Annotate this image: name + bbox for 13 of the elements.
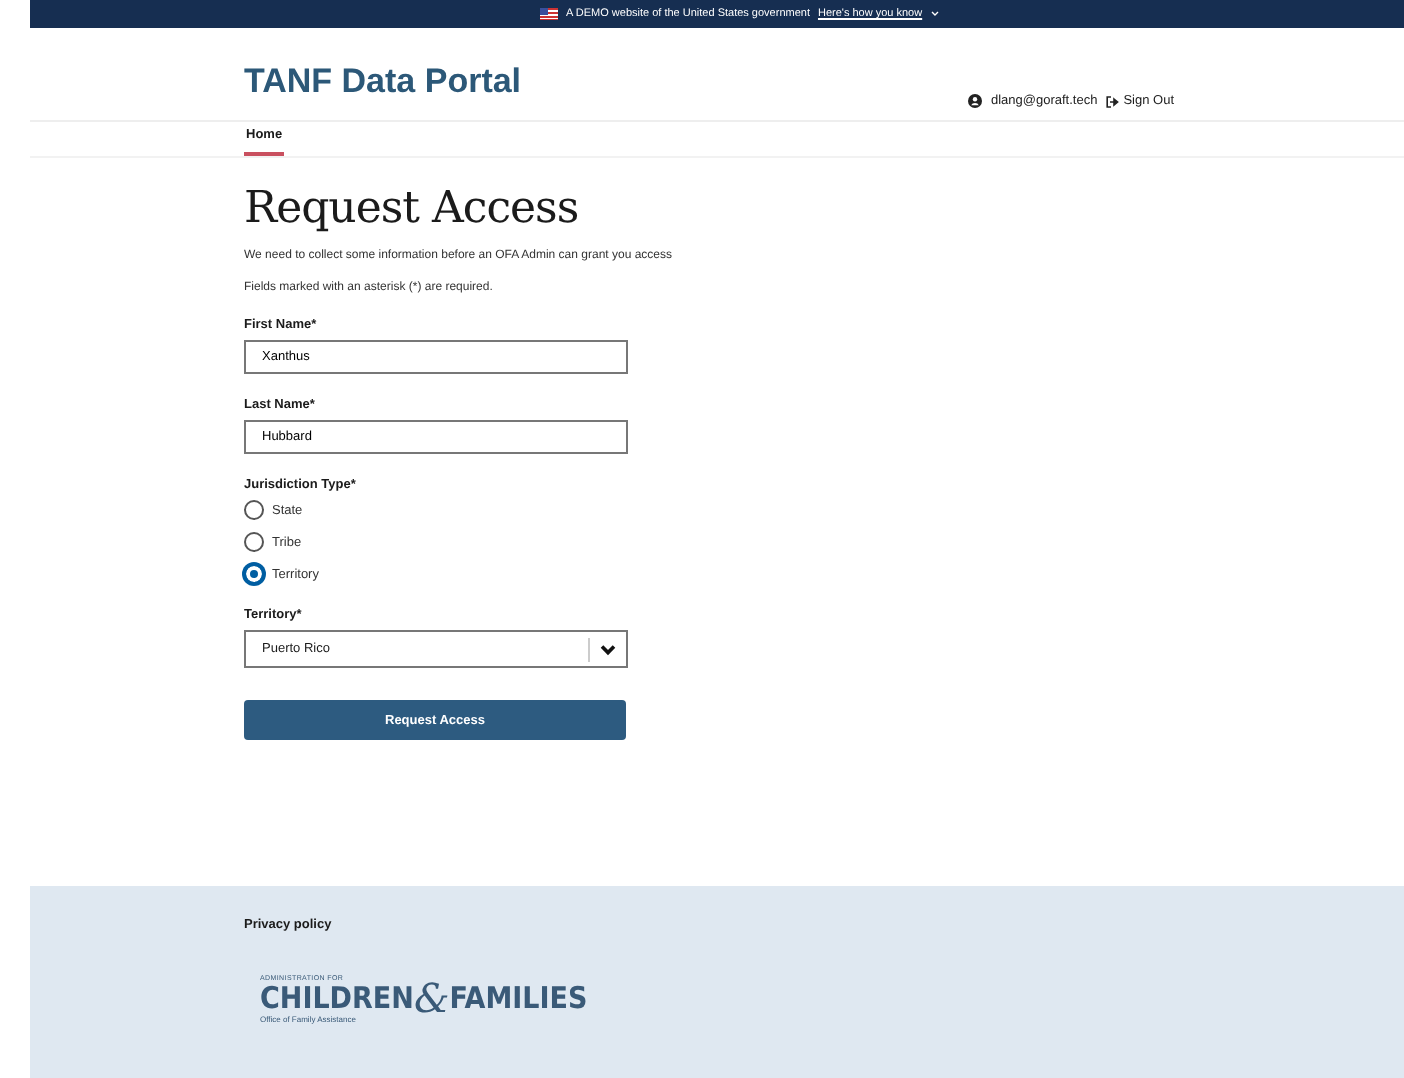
sign-out-icon [1105, 95, 1120, 107]
page-heading: Request Access [244, 184, 581, 234]
radio-button[interactable] [244, 564, 264, 584]
logo-word: FAMILIES [449, 983, 588, 1013]
user-icon [968, 94, 983, 108]
flag-icon [540, 8, 558, 20]
site-title[interactable]: TANF Data Portal [244, 62, 522, 102]
chevron-down-icon [930, 10, 941, 18]
radio-button[interactable] [244, 532, 264, 552]
chevron-down-icon [600, 643, 616, 655]
logo-word: CHILDREN [260, 983, 414, 1013]
logo-ampersand: & [413, 982, 450, 1014]
radio-button[interactable] [244, 500, 264, 520]
